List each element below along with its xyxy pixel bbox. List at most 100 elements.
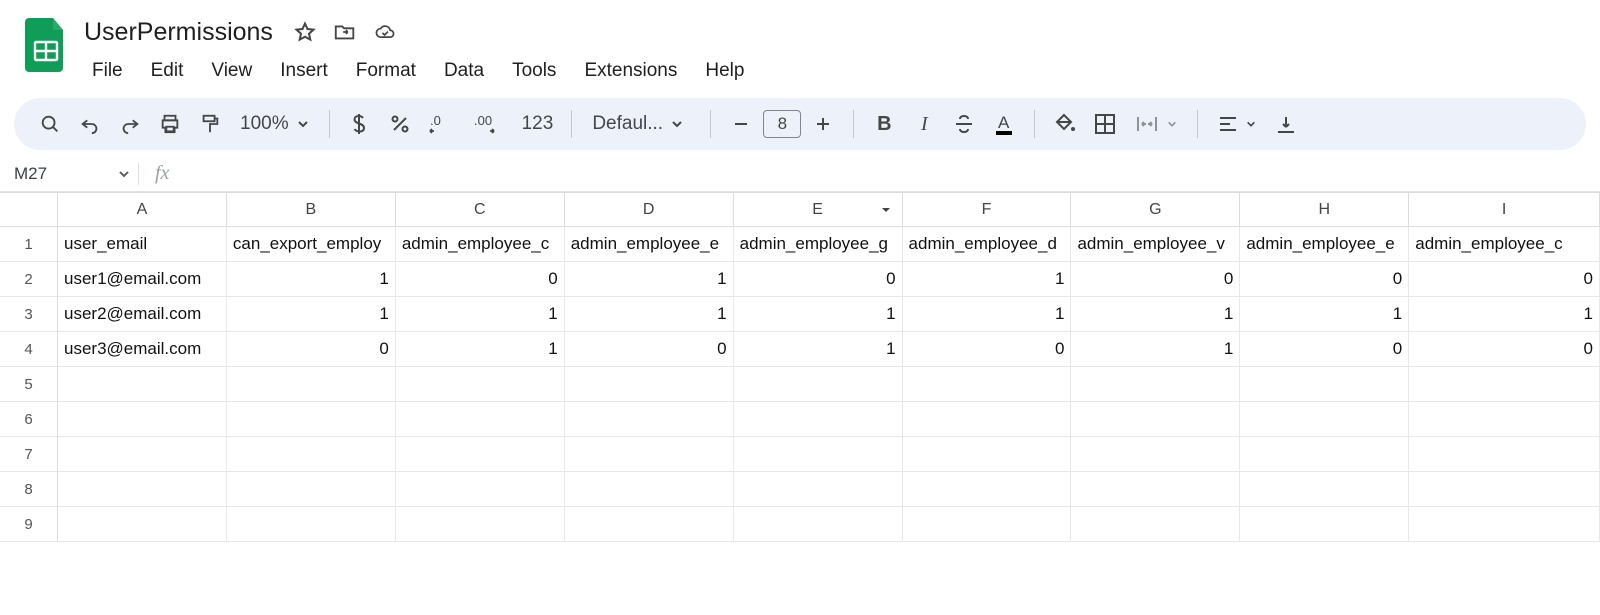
cell-D4[interactable]: 0 [565, 332, 734, 367]
borders-icon[interactable] [1089, 106, 1121, 142]
cell-H8[interactable] [1240, 472, 1409, 507]
cell-F5[interactable] [903, 367, 1072, 402]
print-icon[interactable] [154, 106, 186, 142]
column-header-H[interactable]: H [1240, 193, 1409, 227]
cloud-status-icon[interactable] [373, 20, 397, 44]
select-all-corner[interactable] [0, 193, 57, 227]
cell-C1[interactable]: admin_employee_c [396, 227, 565, 262]
cell-E2[interactable]: 0 [734, 262, 903, 297]
cell-F7[interactable] [903, 437, 1072, 472]
cell-B9[interactable] [227, 507, 396, 542]
cell-C5[interactable] [396, 367, 565, 402]
cell-C2[interactable]: 0 [396, 262, 565, 297]
menu-help[interactable]: Help [693, 56, 756, 86]
cell-D8[interactable] [565, 472, 734, 507]
cell-E9[interactable] [734, 507, 903, 542]
formula-bar-input[interactable] [185, 156, 1600, 191]
minus-icon[interactable] [725, 106, 757, 142]
decrease-decimal-icon[interactable]: .0 [424, 106, 460, 142]
paint-format-icon[interactable] [194, 106, 226, 142]
cell-E6[interactable] [734, 402, 903, 437]
row-header-8[interactable]: 8 [0, 472, 57, 507]
cell-I2[interactable]: 0 [1409, 262, 1600, 297]
column-header-B[interactable]: B [227, 193, 396, 227]
menu-edit[interactable]: Edit [139, 56, 196, 86]
cell-A4[interactable]: user3@email.com [58, 332, 227, 367]
row-header-5[interactable]: 5 [0, 367, 57, 402]
cell-A5[interactable] [58, 367, 227, 402]
column-header-G[interactable]: G [1071, 193, 1240, 227]
cell-H4[interactable]: 0 [1240, 332, 1409, 367]
cell-I3[interactable]: 1 [1409, 297, 1600, 332]
cell-D3[interactable]: 1 [565, 297, 734, 332]
cell-E3[interactable]: 1 [734, 297, 903, 332]
cell-E5[interactable] [734, 367, 903, 402]
menu-insert[interactable]: Insert [268, 56, 340, 86]
cell-G1[interactable]: admin_employee_v [1071, 227, 1240, 262]
cell-E8[interactable] [734, 472, 903, 507]
column-header-E[interactable]: E [734, 193, 903, 227]
cell-I8[interactable] [1409, 472, 1600, 507]
cell-E7[interactable] [734, 437, 903, 472]
row-header-2[interactable]: 2 [0, 262, 57, 297]
bold-icon[interactable]: B [868, 106, 900, 142]
cell-H3[interactable]: 1 [1240, 297, 1409, 332]
horizontal-align-dropdown[interactable] [1212, 115, 1262, 133]
font-family-dropdown[interactable]: Defaul... [586, 113, 696, 135]
sheets-app-icon[interactable] [20, 10, 72, 74]
row-header-3[interactable]: 3 [0, 297, 57, 332]
cell-F3[interactable]: 1 [903, 297, 1072, 332]
row-header-9[interactable]: 9 [0, 507, 57, 542]
cell-D7[interactable] [565, 437, 734, 472]
document-title[interactable]: UserPermissions [80, 18, 277, 47]
cell-A1[interactable]: user_email [58, 227, 227, 262]
cell-B3[interactable]: 1 [227, 297, 396, 332]
cell-D6[interactable] [565, 402, 734, 437]
cell-B5[interactable] [227, 367, 396, 402]
cell-H1[interactable]: admin_employee_e [1240, 227, 1409, 262]
chevron-down-icon[interactable] [880, 204, 892, 216]
merge-cells-dropdown[interactable] [1129, 114, 1183, 134]
menu-data[interactable]: Data [432, 56, 496, 86]
cell-G9[interactable] [1071, 507, 1240, 542]
cell-F2[interactable]: 1 [903, 262, 1072, 297]
cell-E1[interactable]: admin_employee_g [734, 227, 903, 262]
cell-I7[interactable] [1409, 437, 1600, 472]
menu-format[interactable]: Format [344, 56, 428, 86]
cell-G8[interactable] [1071, 472, 1240, 507]
star-icon[interactable] [293, 20, 317, 44]
italic-icon[interactable]: I [908, 106, 940, 142]
cell-G6[interactable] [1071, 402, 1240, 437]
cell-E4[interactable]: 1 [734, 332, 903, 367]
menu-tools[interactable]: Tools [500, 56, 568, 86]
cell-D5[interactable] [565, 367, 734, 402]
cell-G2[interactable]: 0 [1071, 262, 1240, 297]
cell-A2[interactable]: user1@email.com [58, 262, 227, 297]
cell-H6[interactable] [1240, 402, 1409, 437]
cell-A8[interactable] [58, 472, 227, 507]
column-header-D[interactable]: D [565, 193, 734, 227]
cell-A9[interactable] [58, 507, 227, 542]
undo-icon[interactable] [74, 106, 106, 142]
row-header-6[interactable]: 6 [0, 402, 57, 437]
cell-H5[interactable] [1240, 367, 1409, 402]
row-header-4[interactable]: 4 [0, 332, 57, 367]
column-header-F[interactable]: F [903, 193, 1072, 227]
cell-D2[interactable]: 1 [565, 262, 734, 297]
fill-color-icon[interactable] [1049, 106, 1081, 142]
cell-F4[interactable]: 0 [903, 332, 1072, 367]
column-header-C[interactable]: C [396, 193, 565, 227]
menu-view[interactable]: View [199, 56, 264, 86]
currency-icon[interactable] [344, 106, 376, 142]
cell-F1[interactable]: admin_employee_d [903, 227, 1072, 262]
cell-F6[interactable] [903, 402, 1072, 437]
cell-A3[interactable]: user2@email.com [58, 297, 227, 332]
cell-C8[interactable] [396, 472, 565, 507]
cell-B2[interactable]: 1 [227, 262, 396, 297]
search-icon[interactable] [34, 106, 66, 142]
cell-C9[interactable] [396, 507, 565, 542]
menu-extensions[interactable]: Extensions [572, 56, 689, 86]
cell-A7[interactable] [58, 437, 227, 472]
more-formats-button[interactable]: 123 [518, 106, 558, 142]
row-header-7[interactable]: 7 [0, 437, 57, 472]
